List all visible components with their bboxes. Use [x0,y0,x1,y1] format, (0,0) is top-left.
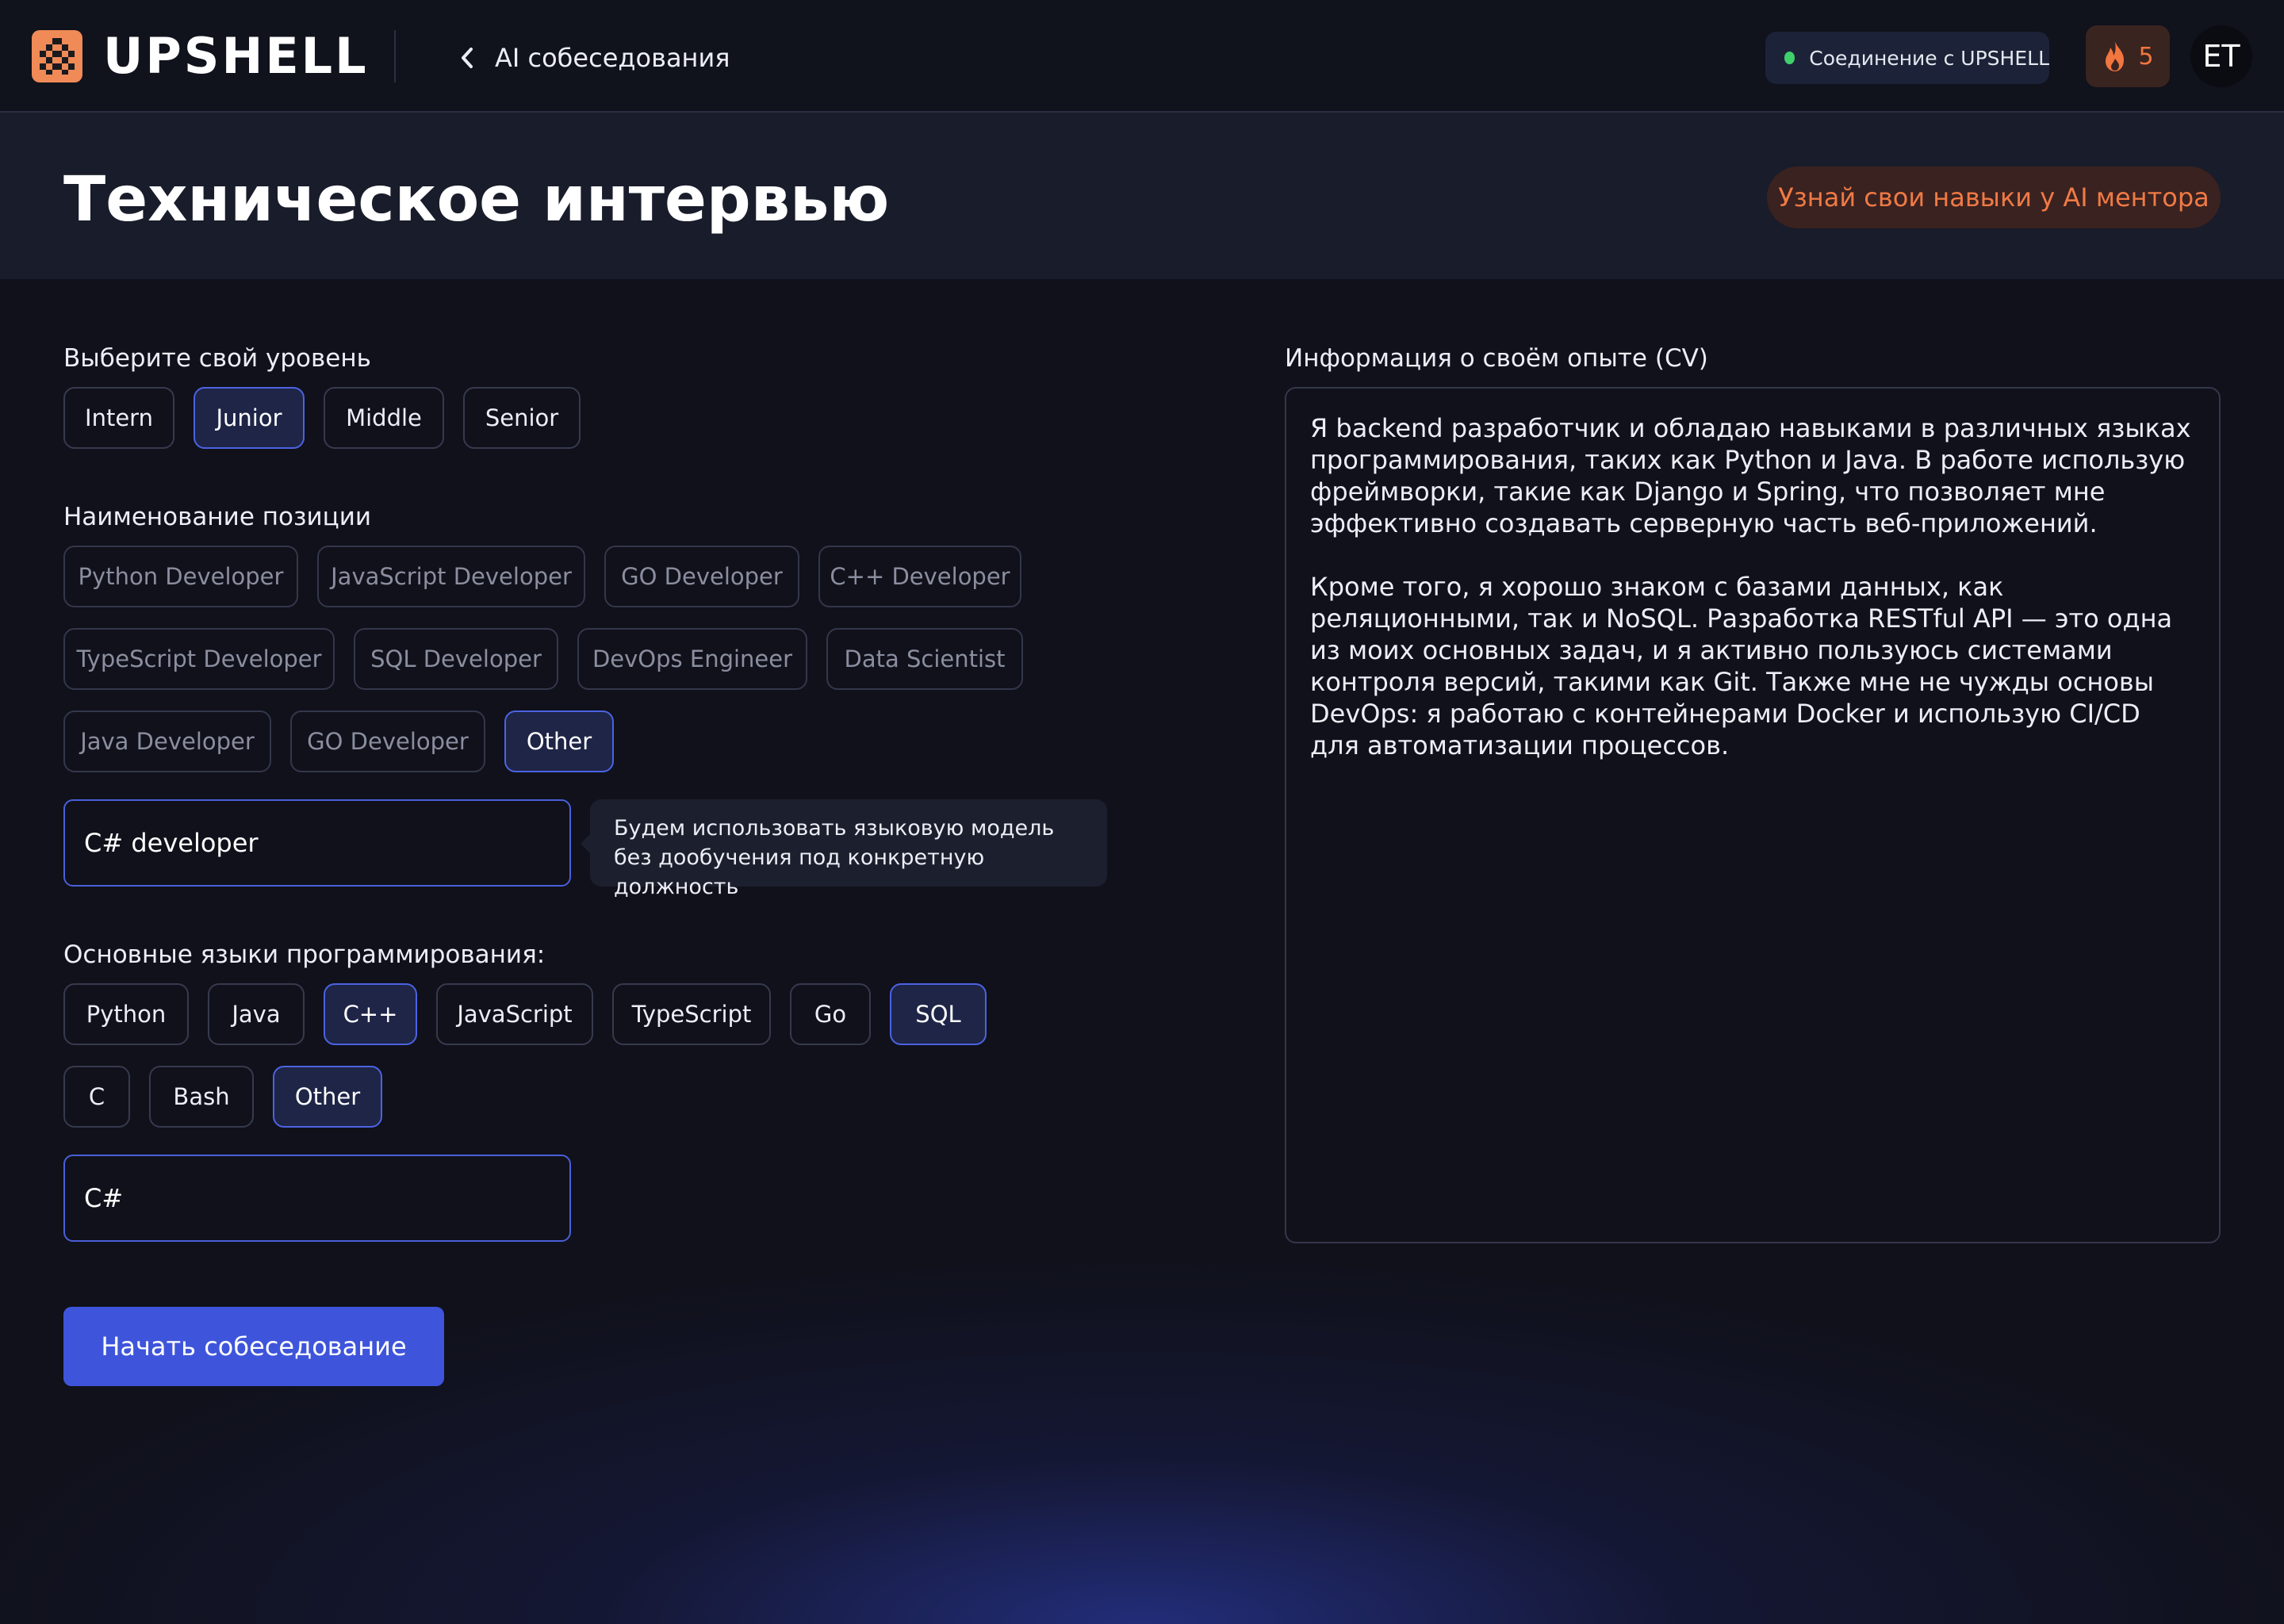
cv-textarea[interactable]: Я backend разработчик и обладаю навыками… [1285,387,2221,1243]
language-chip-c[interactable]: C [63,1066,130,1128]
user-avatar[interactable]: ET [2190,25,2252,87]
back-link-label: AI собеседования [495,43,730,73]
position-chip-python[interactable]: Python Developer [63,546,298,607]
start-interview-button[interactable]: Начать собеседование [63,1307,444,1386]
position-chip-data-scientist[interactable]: Data Scientist [826,628,1023,690]
position-chip-typescript[interactable]: TypeScript Developer [63,628,335,690]
language-chip-sql[interactable]: SQL [890,983,987,1045]
status-dot-icon [1784,52,1795,64]
position-chip-javascript[interactable]: JavaScript Developer [317,546,585,607]
position-hint-tooltip: Будем использовать языковую модель без д… [581,799,1107,899]
level-chip-junior[interactable]: Junior [194,387,305,449]
language-chip-bash[interactable]: Bash [149,1066,254,1128]
custom-position-input[interactable]: C# developer [63,799,571,887]
position-chip-sql[interactable]: SQL Developer [354,628,558,690]
brand-name[interactable]: UPSHELL [103,27,369,86]
language-chip-java[interactable]: Java [208,983,305,1045]
position-chip-cpp[interactable]: C++ Developer [818,546,1021,607]
flame-icon [2106,41,2125,71]
position-chip-go-2[interactable]: GO Developer [290,710,485,772]
cv-label: Информация о своём опыте (CV) [1285,344,1708,373]
custom-language-input[interactable]: C# [63,1155,571,1242]
language-chip-other[interactable]: Other [273,1066,382,1128]
top-header: UPSHELL AI собеседования Соединение с UP… [0,0,2284,113]
language-chip-go[interactable]: Go [790,983,871,1045]
position-chip-go[interactable]: GO Developer [604,546,799,607]
position-chip-java[interactable]: Java Developer [63,710,271,772]
background-glow [0,1212,2284,1624]
upshell-logo-icon[interactable] [32,30,82,82]
level-chip-intern[interactable]: Intern [63,387,174,449]
back-link[interactable]: AI собеседования [458,38,730,78]
page-title: Техническое интервью [63,164,890,236]
ai-mentor-button[interactable]: Узнай свои навыки у AI ментора [1767,167,2221,228]
level-chip-middle[interactable]: Middle [324,387,444,449]
languages-label: Основные языки программирования: [63,940,546,969]
position-chip-other[interactable]: Other [504,710,614,772]
language-chip-javascript[interactable]: JavaScript [436,983,593,1045]
connection-status-label: Соединение с UPSHELL [1809,46,2049,70]
level-label: Выберите свой уровень [63,344,371,373]
position-chip-devops[interactable]: DevOps Engineer [577,628,807,690]
language-chip-typescript[interactable]: TypeScript [612,983,771,1045]
level-chip-senior[interactable]: Senior [463,387,581,449]
connection-status-badge: Соединение с UPSHELL [1765,32,2049,84]
position-label: Наименование позиции [63,503,372,531]
streak-badge[interactable]: 5 [2086,25,2170,87]
language-chip-python[interactable]: Python [63,983,189,1045]
language-chip-cpp[interactable]: C++ [324,983,417,1045]
cv-paragraph: Кроме того, я хорошо знаком с базами дан… [1310,572,2173,760]
title-band: Техническое интервью Узнай свои навыки у… [0,113,2284,279]
header-divider [394,30,396,82]
chevron-left-icon [462,48,473,68]
streak-count: 5 [2138,42,2154,71]
cv-paragraph: Я backend разработчик и обладаю навыками… [1310,413,2191,538]
